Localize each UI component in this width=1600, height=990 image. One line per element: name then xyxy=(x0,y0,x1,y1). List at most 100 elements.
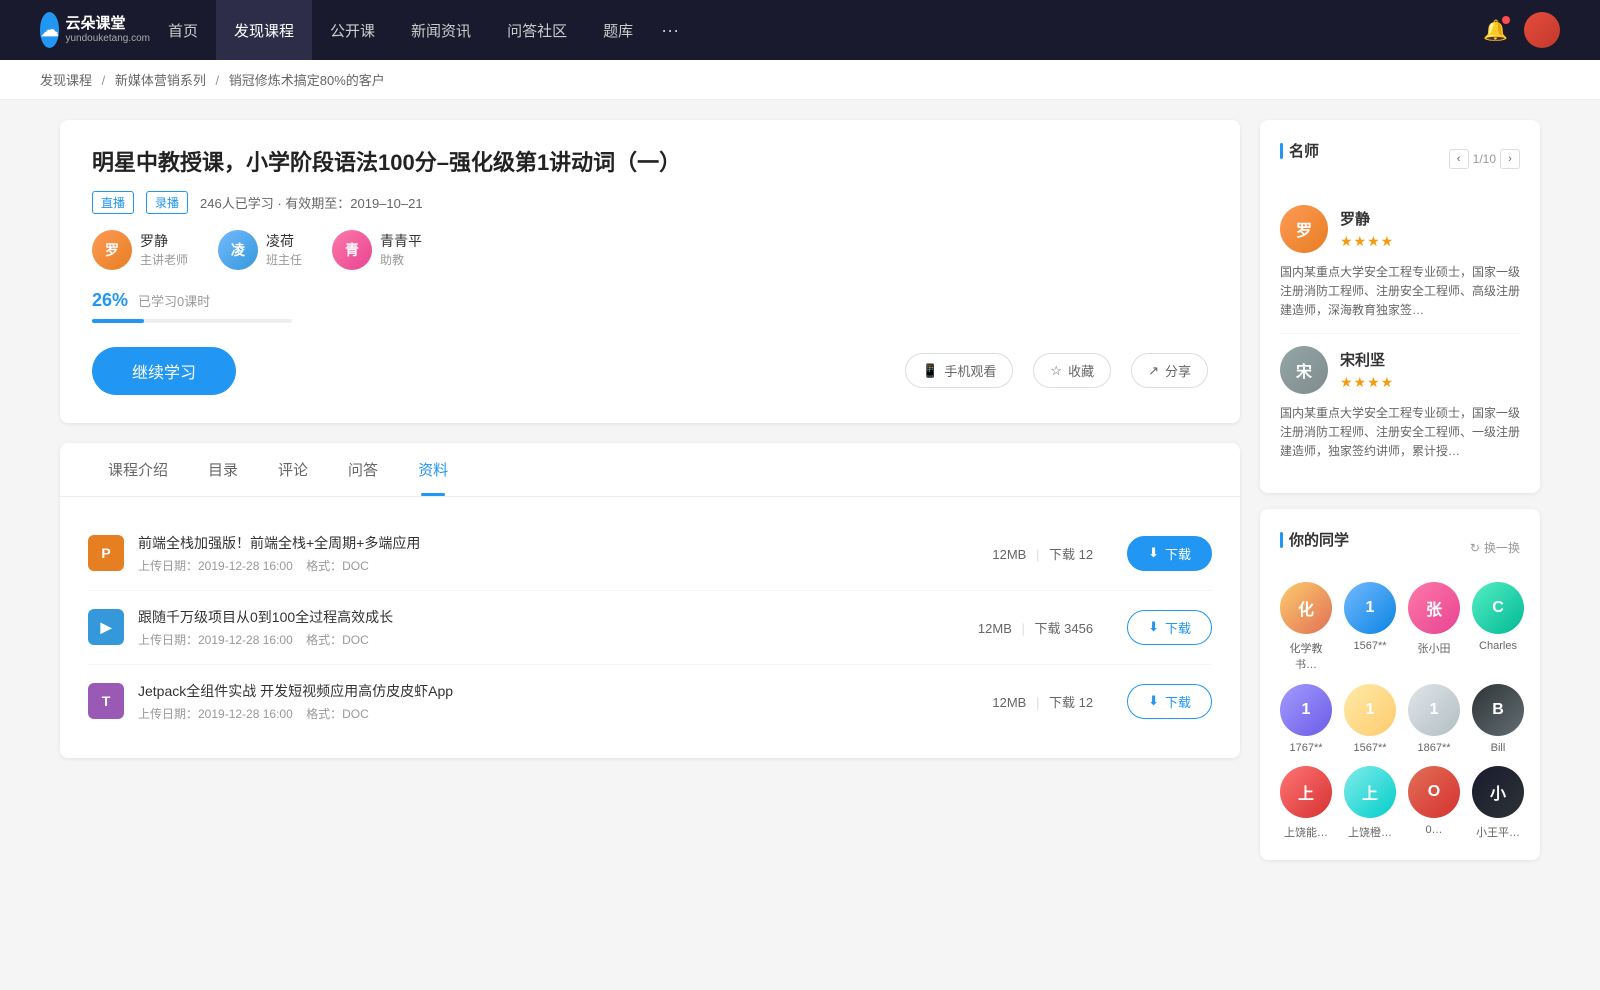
teacher-1: 罗 罗静 主讲老师 xyxy=(92,230,188,270)
file-stats-1: 12MB | 下载 12 xyxy=(972,544,1113,563)
tag-record: 录播 xyxy=(146,191,188,214)
classmate-3: 张 张小田 xyxy=(1408,582,1460,672)
teacher-1-name: 罗静 xyxy=(140,231,188,251)
teachers-card: 名师 ‹ 1/10 › 罗 罗静 ★★★★ xyxy=(1260,120,1540,493)
download-icon-3: ⬇ xyxy=(1148,693,1159,709)
action-buttons: 📱 手机观看 ☆ 收藏 ↗ 分享 xyxy=(905,353,1208,388)
classmate-9-avatar: 上 xyxy=(1280,766,1332,818)
teacher-1-avatar: 罗 xyxy=(92,230,132,270)
classmate-10-avatar: 上 xyxy=(1344,766,1396,818)
breadcrumb-series[interactable]: 新媒体营销系列 xyxy=(115,73,206,88)
star-icon: ☆ xyxy=(1050,363,1062,379)
download-button-3[interactable]: ⬇ 下载 xyxy=(1127,684,1212,719)
file-info-2: 跟随千万级项目从0到100全过程高效成长 上传日期：2019-12-28 16:… xyxy=(138,607,944,648)
tab-qa[interactable]: 问答 xyxy=(328,443,398,496)
teachers-row: 罗 罗静 主讲老师 凌 凌荷 班主任 青 青青平 xyxy=(92,230,1208,270)
course-title: 明星中教授课，小学阶段语法100分–强化级第1讲动词（一） xyxy=(92,148,1208,179)
tab-catalog[interactable]: 目录 xyxy=(188,443,258,496)
share-button[interactable]: ↗ 分享 xyxy=(1131,353,1208,388)
continue-button[interactable]: 继续学习 xyxy=(92,347,236,395)
teacher-2-role: 班主任 xyxy=(266,251,302,268)
classmate-11-avatar: O xyxy=(1408,766,1460,818)
nav-item-news[interactable]: 新闻资讯 xyxy=(393,0,489,60)
teacher-3: 青 青青平 助教 xyxy=(332,230,422,270)
tab-materials[interactable]: 资料 xyxy=(398,443,468,496)
navbar: ☁ 云朵课堂 yundouketang.com 首页 发现课程 公开课 新闻资讯… xyxy=(0,0,1600,60)
course-actions: 继续学习 📱 手机观看 ☆ 收藏 ↗ 分享 xyxy=(92,347,1208,395)
user-avatar[interactable] xyxy=(1524,12,1560,48)
classmate-5: 1 1767** xyxy=(1280,684,1332,754)
download-button-2[interactable]: ⬇ 下载 xyxy=(1127,610,1212,645)
classmate-12: 小 小王平… xyxy=(1472,766,1524,840)
classmate-9: 上 上饶能… xyxy=(1280,766,1332,840)
teacher-2-avatar: 凌 xyxy=(218,230,258,270)
teachers-page: 1/10 xyxy=(1473,152,1496,166)
breadcrumb-sep2: / xyxy=(216,73,223,88)
classmates-card: 你的同学 ↻ 换一换 化 化学教书… 1 1567** 张 张小田 xyxy=(1260,509,1540,860)
tabs-content: P 前端全栈加强版！前端全栈+全周期+多端应用 上传日期：2019-12-28 … xyxy=(60,497,1240,758)
classmate-5-name: 1767** xyxy=(1289,742,1322,754)
file-info-3: Jetpack全组件实战 开发短视频应用高仿皮皮虾App 上传日期：2019-1… xyxy=(138,681,958,722)
course-card: 明星中教授课，小学阶段语法100分–强化级第1讲动词（一） 直播 录播 246人… xyxy=(60,120,1240,423)
file-name-1: 前端全栈加强版！前端全栈+全周期+多端应用 xyxy=(138,533,958,553)
file-icon-2: ▶ xyxy=(88,609,124,645)
classmate-1-avatar: 化 xyxy=(1280,582,1332,634)
teacher-3-avatar: 青 xyxy=(332,230,372,270)
tab-comments[interactable]: 评论 xyxy=(258,443,328,496)
course-meta: 直播 录播 246人已学习 · 有效期至：2019–10–21 xyxy=(92,191,1208,214)
classmate-2: 1 1567** xyxy=(1344,582,1396,672)
download-icon-2: ⬇ xyxy=(1148,619,1159,635)
collect-button[interactable]: ☆ 收藏 xyxy=(1033,353,1111,388)
logo[interactable]: ☁ 云朵课堂 yundouketang.com xyxy=(40,10,150,50)
classmate-6-avatar: 1 xyxy=(1344,684,1396,736)
nav-item-open[interactable]: 公开课 xyxy=(312,0,393,60)
progress-fill xyxy=(92,319,144,323)
nav-item-discover[interactable]: 发现课程 xyxy=(216,0,312,60)
classmate-6-name: 1567** xyxy=(1353,742,1386,754)
breadcrumb-sep1: / xyxy=(102,73,109,88)
course-meta-text: 246人已学习 · 有效期至：2019–10–21 xyxy=(200,193,423,212)
file-name-2: 跟随千万级项目从0到100全过程高效成长 xyxy=(138,607,944,627)
nav-right: 🔔 xyxy=(1483,12,1560,48)
progress-bar xyxy=(92,319,292,323)
teacher-card-2-avatar: 宋 xyxy=(1280,346,1328,394)
classmate-11-name: 0… xyxy=(1425,824,1442,836)
teacher-card-2: 宋 宋利坚 ★★★★ 国内某重点大学安全工程专业硕士，国家一级注册消防工程师、注… xyxy=(1280,334,1520,474)
breadcrumb-current[interactable]: 销冠修炼术搞定80%的客户 xyxy=(229,73,385,88)
file-stats-2: 12MB | 下载 3456 xyxy=(958,618,1113,637)
notification-bell[interactable]: 🔔 xyxy=(1483,18,1508,43)
classmate-8: B Bill xyxy=(1472,684,1524,754)
file-stats-3: 12MB | 下载 12 xyxy=(972,692,1113,711)
tab-intro[interactable]: 课程介绍 xyxy=(88,443,188,496)
classmate-2-name: 1567** xyxy=(1353,640,1386,652)
nav-more-button[interactable]: ··· xyxy=(651,0,689,60)
teachers-next-button[interactable]: › xyxy=(1500,149,1520,169)
sidebar: 名师 ‹ 1/10 › 罗 罗静 ★★★★ xyxy=(1260,120,1540,876)
teacher-card-1-stars: ★★★★ xyxy=(1340,233,1394,250)
teachers-sidebar-title: 名师 xyxy=(1280,140,1319,161)
refresh-classmates-button[interactable]: ↻ 换一换 xyxy=(1470,539,1520,556)
teacher-card-1: 罗 罗静 ★★★★ 国内某重点大学安全工程专业硕士，国家一级注册消防工程师、注册… xyxy=(1280,193,1520,334)
logo-sub-text: yundouketang.com xyxy=(65,33,150,45)
nav-item-qa[interactable]: 问答社区 xyxy=(489,0,585,60)
file-icon-1: P xyxy=(88,535,124,571)
download-button-1[interactable]: ⬇ 下载 xyxy=(1127,536,1212,571)
mobile-icon: 📱 xyxy=(922,363,938,379)
classmate-4-avatar: C xyxy=(1472,582,1524,634)
classmate-7: 1 1867** xyxy=(1408,684,1460,754)
file-name-3: Jetpack全组件实战 开发短视频应用高仿皮皮虾App xyxy=(138,681,958,701)
teacher-card-1-name: 罗静 xyxy=(1340,208,1394,229)
logo-icon: ☁ xyxy=(40,12,59,48)
file-item-3: T Jetpack全组件实战 开发短视频应用高仿皮皮虾App 上传日期：2019… xyxy=(88,665,1212,738)
teacher-1-role: 主讲老师 xyxy=(140,251,188,268)
mobile-watch-button[interactable]: 📱 手机观看 xyxy=(905,353,1013,388)
classmate-4-name: Charles xyxy=(1479,640,1517,652)
teacher-card-2-desc: 国内某重点大学安全工程专业硕士，国家一级注册消防工程师、注册安全工程师、一级注册… xyxy=(1280,404,1520,462)
teachers-prev-button[interactable]: ‹ xyxy=(1449,149,1469,169)
classmate-8-avatar: B xyxy=(1472,684,1524,736)
breadcrumb-discover[interactable]: 发现课程 xyxy=(40,73,92,88)
progress-percent: 26% xyxy=(92,290,128,311)
teacher-3-name: 青青平 xyxy=(380,231,422,251)
nav-item-home[interactable]: 首页 xyxy=(150,0,216,60)
nav-item-questions[interactable]: 题库 xyxy=(585,0,651,60)
